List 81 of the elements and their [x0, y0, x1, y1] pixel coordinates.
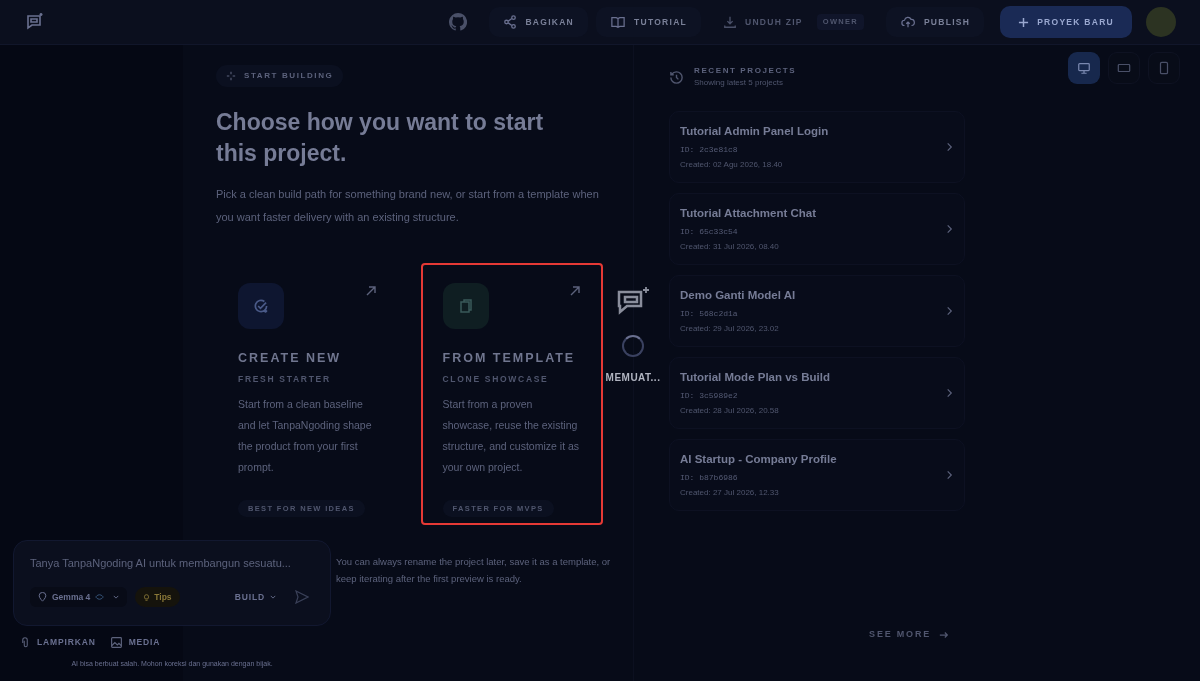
phone-view-button[interactable]	[1148, 52, 1180, 84]
button-label: PUBLISH	[923, 15, 971, 29]
project-created-date: Created: 28 Jul 2026, 20.58	[680, 404, 780, 417]
cloud-upload-icon	[899, 15, 916, 29]
project-id: ID: 65c33c54	[680, 225, 739, 238]
button-label: UNDUH ZIP	[745, 15, 803, 29]
arrow-up-right-icon	[364, 285, 377, 297]
chevron-right-icon	[945, 306, 954, 316]
new-project-button[interactable]: PROYEK BARU	[1000, 6, 1132, 38]
copy-icon	[457, 297, 474, 315]
location-pin-icon	[38, 592, 47, 602]
avatar[interactable]	[1146, 7, 1176, 37]
start-building-badge: START BUILDING	[216, 65, 344, 87]
plus-icon	[1018, 16, 1030, 28]
tutorial-button[interactable]: TUTORIAL	[596, 7, 702, 37]
paperclip-icon	[19, 635, 31, 650]
project-id: ID: 3c5989e2	[680, 389, 739, 402]
model-selector[interactable]: Gemma 4	[30, 587, 128, 607]
tablet-view-button[interactable]	[1108, 52, 1140, 84]
github-icon[interactable]	[449, 13, 468, 31]
arrow-right-icon	[939, 630, 949, 640]
history-icon	[669, 69, 684, 85]
send-icon	[295, 590, 309, 604]
option-title: FROM TEMPLATE	[442, 350, 577, 367]
chevron-right-icon	[945, 142, 954, 152]
tips-button[interactable]: Tips	[135, 587, 180, 607]
chevron-right-icon	[945, 388, 954, 398]
project-id: ID: 568c2d1a	[680, 307, 739, 320]
loading-label: MEMUAT...	[605, 371, 661, 385]
media-button[interactable]: MEDIA	[109, 635, 161, 650]
project-name: Tutorial Admin Panel Login	[680, 124, 830, 140]
project-card[interactable]: AI Startup - Company Profile ID: b87b6986 Created: 27 Jul 2026, 12.33	[669, 439, 965, 511]
button-label: TUTORIAL	[634, 15, 688, 29]
project-name: Tutorial Mode Plan vs Build	[680, 370, 831, 386]
caret-icon	[113, 595, 120, 599]
recent-projects-title: RECENT PROJECTS	[694, 65, 797, 77]
button-label: BAGIKAN	[525, 15, 574, 29]
see-more-link[interactable]: SEE MORE	[859, 623, 959, 647]
project-card[interactable]: Demo Ganti Model AI ID: 568c2d1a Created: 29 Jul 2026, 23.02	[669, 275, 965, 347]
project-name: Demo Ganti Model AI	[680, 288, 797, 304]
mode-dropdown[interactable]: BUILD	[228, 587, 282, 607]
project-card[interactable]: Tutorial Mode Plan vs Build ID: 3c5989e2 Created: 28 Jul 2026, 20.58	[669, 357, 965, 429]
project-name: Tutorial Attachment Chat	[680, 206, 818, 222]
phone-icon	[1157, 61, 1171, 75]
attach-button[interactable]: LAMPIRKAN	[19, 635, 96, 650]
arrow-up-right-icon	[569, 285, 581, 297]
tablet-icon	[1117, 61, 1131, 75]
eye-icon	[95, 594, 105, 600]
lightbulb-icon	[143, 592, 151, 602]
monitor-icon	[1077, 61, 1091, 75]
option-subtitle: FRESH STARTER	[238, 372, 332, 386]
project-created-date: Created: 31 Jul 2026, 08.40	[680, 240, 780, 253]
project-created-date: Created: 02 Agu 2026, 18.40	[680, 158, 784, 171]
book-icon	[610, 15, 626, 29]
option-description: Start from a clean baseline and let TanpaNgoding shape the product from your first prompt.	[238, 396, 373, 475]
project-created-date: Created: 29 Jul 2026, 23.02	[680, 322, 780, 335]
check-plus-icon	[252, 297, 270, 315]
share-button[interactable]: BAGIKAN	[489, 7, 588, 37]
project-card[interactable]: Tutorial Admin Panel Login ID: 2c3e81c8 Created: 02 Agu 2026, 18.40	[669, 111, 965, 183]
option-description: Start from a proven showcase, reuse the existing structure, and customize it as your own project.	[442, 396, 581, 475]
footnote-text: You can always rename the project later, save it as a template, or keep iterating after the first preview is ready.	[336, 555, 611, 586]
image-icon	[109, 636, 123, 649]
page-description: Pick a clean build path for something brand new, or start from a template when you want faster delivery with an existing structure.	[216, 187, 600, 225]
page-heading: Choose how you want to start this project.	[216, 108, 545, 168]
share-icon	[503, 15, 518, 29]
recent-projects-subtitle: Showing latest 5 projects	[694, 77, 784, 89]
desktop-view-button[interactable]	[1068, 52, 1100, 84]
chevron-right-icon	[945, 224, 954, 234]
download-icon	[723, 15, 738, 29]
chevron-right-icon	[945, 470, 954, 480]
project-id: ID: b87b6986	[680, 471, 739, 484]
loading-spinner	[622, 335, 644, 357]
caret-icon	[270, 595, 276, 599]
option-title: CREATE NEW	[238, 350, 343, 367]
chat-input-field[interactable]: Tanya TanpaNgoding AI untuk membangun sesuatu...	[30, 554, 314, 571]
project-card[interactable]: Tutorial Attachment Chat ID: 65c33c54 Created: 31 Jul 2026, 08.40	[669, 193, 965, 265]
project-id: ID: 2c3e81c8	[680, 143, 739, 156]
project-created-date: Created: 27 Jul 2026, 12.33	[680, 486, 780, 499]
option-subtitle: CLONE SHOWCASE	[442, 372, 550, 386]
project-name: AI Startup - Company Profile	[680, 452, 838, 468]
publish-button[interactable]: PUBLISH	[885, 7, 985, 37]
